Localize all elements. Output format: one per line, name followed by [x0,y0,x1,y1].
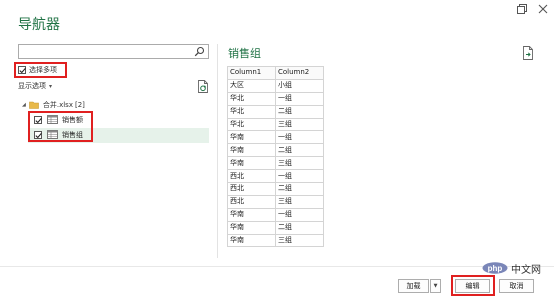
highlight-outline [451,275,495,296]
php-logo-text: php [488,264,503,273]
check-icon [19,67,26,74]
cancel-button[interactable]: 取消 [499,279,534,293]
table-cell: 二组 [275,104,324,119]
table-row: 华北 二组 [227,104,324,119]
table-cell: 一组 [275,130,324,145]
table-cell: 西北 [227,169,276,184]
table-cell: 一组 [275,207,324,222]
table-cell: 华南 [227,143,276,158]
table-cell: 华南 [227,220,276,235]
display-options-label: 显示选项 [18,82,46,90]
checkbox[interactable] [18,66,26,74]
load-dropdown-button[interactable]: ▼ [430,279,441,293]
load-button[interactable]: 加载 [398,279,429,293]
table-row: 华南 三组 [227,233,324,248]
close-icon[interactable] [537,3,549,15]
table-row: 华南 三组 [227,156,324,171]
export-icon[interactable] [522,46,534,60]
table-cell: 一组 [275,91,324,106]
column-header[interactable]: Column2 [275,66,324,80]
display-options-dropdown[interactable]: 显示选项 ▾ [18,81,52,91]
table-row: 华北 一组 [227,91,324,106]
table-cell: 西北 [227,194,276,209]
dialog-title: 导航器 [18,17,60,33]
table-cell: 西北 [227,182,276,196]
table-row: 华南 二组 [227,143,324,158]
select-multiple-checkbox[interactable]: 选择多项 [14,62,67,78]
table-row: 西北 一组 [227,169,324,184]
restore-icon[interactable] [516,3,528,15]
table-header-row: Column1 Column2 [227,66,324,80]
table-cell: 华北 [227,91,276,106]
navigator-dialog: 导航器 选择多项 显示选项 ▾ ◢ 合并.xlsx [2] 销售额 销售组 销售… [0,0,554,305]
table-cell: 三组 [275,156,324,171]
folder-icon [29,101,39,109]
tree-root-workbook[interactable]: ◢ 合并.xlsx [2] [22,99,85,111]
tree-root-label: 合并.xlsx [42,101,73,109]
table-row: 华北 三组 [227,117,324,132]
table-cell: 华南 [227,156,276,171]
table-cell: 三组 [275,194,324,209]
expand-icon[interactable]: ◢ [22,102,26,108]
table-row: 大区 小组 [227,78,324,93]
table-cell: 二组 [275,182,324,196]
php-watermark: php 中文网 [482,262,541,276]
table-cell: 一组 [275,169,324,184]
panel-divider [217,44,218,258]
preview-title: 销售组 [228,47,261,60]
refresh-icon[interactable] [197,80,209,93]
tree-root-count: [2] [74,101,85,109]
search-icon[interactable] [194,46,205,57]
table-row: 华南 一组 [227,207,324,222]
column-header[interactable]: Column1 [227,66,276,80]
table-cell: 二组 [275,143,324,158]
table-cell: 小组 [275,78,324,93]
table-cell: 华北 [227,104,276,119]
table-cell: 三组 [275,233,324,248]
chevron-down-icon: ▾ [49,82,53,90]
preview-table: Column1 Column2 大区 小组 华北 一组 华北 二组 华北 三组 华南 一组… [227,66,324,248]
table-row: 华南 一组 [227,130,324,145]
table-cell: 二组 [275,220,324,235]
chevron-down-icon: ▼ [433,283,438,289]
table-row: 西北 二组 [227,182,324,196]
table-cell: 华南 [227,233,276,248]
table-cell: 三组 [275,117,324,132]
table-row: 华南 二组 [227,220,324,235]
table-cell: 华南 [227,207,276,222]
php-logo: php [482,262,508,274]
footer-divider [0,266,554,267]
select-multiple-label: 选择多项 [29,66,57,74]
search-input[interactable] [18,44,209,59]
table-cell: 大区 [227,78,276,93]
table-row: 西北 三组 [227,194,324,209]
watermark-text: 中文网 [511,264,541,276]
highlight-outline [28,111,93,142]
table-cell: 华北 [227,117,276,132]
table-cell: 华南 [227,130,276,145]
